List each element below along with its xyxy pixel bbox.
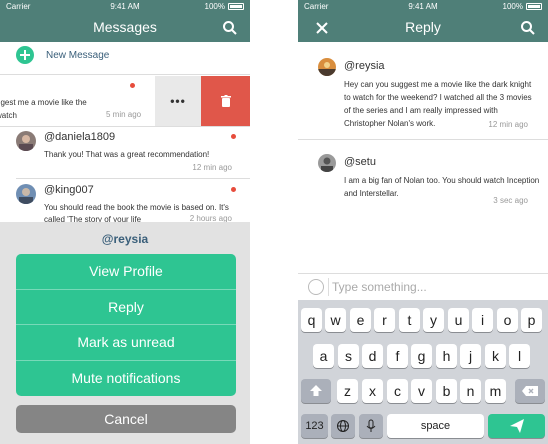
view-profile-button[interactable]: View Profile: [16, 254, 236, 290]
more-button[interactable]: •••: [155, 76, 201, 126]
unread-dot: [130, 83, 135, 88]
numbers-key[interactable]: 123: [301, 414, 328, 438]
search-icon[interactable]: [520, 20, 536, 36]
message-time: 3 sec ago: [493, 196, 528, 205]
key-m[interactable]: m: [485, 379, 506, 403]
message-sender: @king007: [44, 184, 94, 196]
message-item[interactable]: @daniela1809 Thank you! That was a great…: [16, 131, 242, 175]
more-icon: •••: [170, 94, 186, 108]
key-t[interactable]: t: [399, 308, 420, 332]
shift-key[interactable]: [301, 379, 331, 403]
battery-percent: 100%: [204, 2, 225, 11]
compose-bar: Type something...: [298, 273, 548, 300]
key-q[interactable]: q: [301, 308, 322, 332]
key-s[interactable]: s: [338, 344, 359, 368]
key-y[interactable]: y: [423, 308, 444, 332]
divider: [328, 278, 329, 296]
globe-key[interactable]: [331, 414, 355, 438]
message-text: Thank you! That was a great recommendati…: [44, 150, 210, 159]
divider: [0, 74, 250, 75]
message-sender: @setu: [344, 156, 376, 168]
action-sheet: View Profile Reply Mark as unread Mute n…: [16, 254, 236, 396]
key-z[interactable]: z: [337, 379, 358, 403]
message-item[interactable]: @king007 You should read the book the mo…: [16, 184, 242, 224]
reply-button[interactable]: Reply: [16, 290, 236, 325]
key-v[interactable]: v: [411, 379, 432, 403]
battery-icon: [526, 3, 542, 10]
divider: [16, 178, 250, 179]
message-sender: @reysia: [344, 60, 385, 72]
reply-screen: Carrier 9:41 AM 100% Reply @reysia Hey c…: [298, 0, 548, 444]
avatar: [16, 131, 36, 151]
key-w[interactable]: w: [325, 308, 346, 332]
key-l[interactable]: l: [509, 344, 530, 368]
status-bar: Carrier 9:41 AM 100%: [298, 0, 548, 14]
microphone-key[interactable]: [359, 414, 383, 438]
key-r[interactable]: r: [374, 308, 395, 332]
send-button[interactable]: [488, 414, 545, 438]
action-sheet-overlay: @reysia View Profile Reply Mark as unrea…: [0, 222, 250, 444]
key-k[interactable]: k: [485, 344, 506, 368]
trash-icon: [220, 95, 231, 107]
microphone-icon: [366, 419, 376, 432]
key-g[interactable]: g: [411, 344, 432, 368]
battery-icon: [228, 3, 244, 10]
key-u[interactable]: u: [448, 308, 469, 332]
mute-notifications-button[interactable]: Mute notifications: [16, 361, 236, 397]
key-h[interactable]: h: [436, 344, 457, 368]
unread-dot: [231, 187, 236, 192]
key-f[interactable]: f: [387, 344, 408, 368]
key-b[interactable]: b: [436, 379, 457, 403]
key-x[interactable]: x: [362, 379, 383, 403]
swiped-message-row[interactable]: ggest me a movie like the watch 5 min ag…: [0, 76, 250, 126]
key-d[interactable]: d: [362, 344, 383, 368]
key-i[interactable]: i: [472, 308, 493, 332]
status-bar: Carrier 9:41 AM 100%: [0, 0, 250, 14]
delete-button[interactable]: [201, 76, 250, 126]
unread-dot: [231, 134, 236, 139]
key-o[interactable]: o: [497, 308, 518, 332]
conversation-message: @reysia Hey can you suggest me a movie l…: [318, 58, 544, 134]
plus-icon: [16, 46, 34, 64]
avatar: [16, 184, 36, 204]
key-a[interactable]: a: [313, 344, 334, 368]
page-title: Reply: [405, 19, 441, 35]
new-message-button[interactable]: New Message: [16, 46, 109, 64]
battery: 100%: [503, 2, 542, 11]
key-j[interactable]: j: [460, 344, 481, 368]
divider: [0, 126, 250, 127]
battery: 100%: [205, 2, 244, 11]
conversation-message: @setu I am a big fan of Nolan too. You s…: [318, 154, 544, 205]
new-message-label: New Message: [46, 49, 110, 61]
divider: [298, 139, 548, 140]
key-e[interactable]: e: [350, 308, 371, 332]
nav-bar: Messages: [0, 14, 250, 42]
emoji-icon[interactable]: [308, 279, 324, 295]
messages-screen: Carrier 9:41 AM 100% Messages New Messag…: [0, 0, 250, 444]
space-key[interactable]: space: [387, 414, 484, 438]
avatar: [318, 154, 336, 172]
battery-percent: 100%: [502, 2, 523, 11]
keyboard: q w e r t y u i o p a s d f g h j k l z …: [298, 300, 548, 444]
backspace-icon: [522, 386, 538, 396]
globe-icon: [337, 420, 349, 432]
send-icon: [509, 419, 524, 433]
message-time: 12 min ago: [488, 120, 528, 129]
action-sheet-title: @reysia: [101, 232, 149, 246]
message-time: 5 min ago: [106, 110, 142, 119]
mark-unread-button[interactable]: Mark as unread: [16, 325, 236, 361]
message-sender: @daniela1809: [44, 131, 116, 143]
nav-bar: Reply: [298, 14, 548, 42]
shift-icon: [310, 385, 322, 396]
backspace-key[interactable]: [515, 379, 545, 403]
search-icon[interactable]: [222, 20, 238, 36]
key-c[interactable]: c: [387, 379, 408, 403]
cancel-button[interactable]: Cancel: [16, 405, 236, 433]
key-p[interactable]: p: [521, 308, 542, 332]
avatar: [318, 58, 336, 76]
key-n[interactable]: n: [460, 379, 481, 403]
page-title: Messages: [93, 19, 157, 35]
message-input[interactable]: Type something...: [332, 280, 427, 294]
message-time: 12 min ago: [192, 163, 232, 172]
